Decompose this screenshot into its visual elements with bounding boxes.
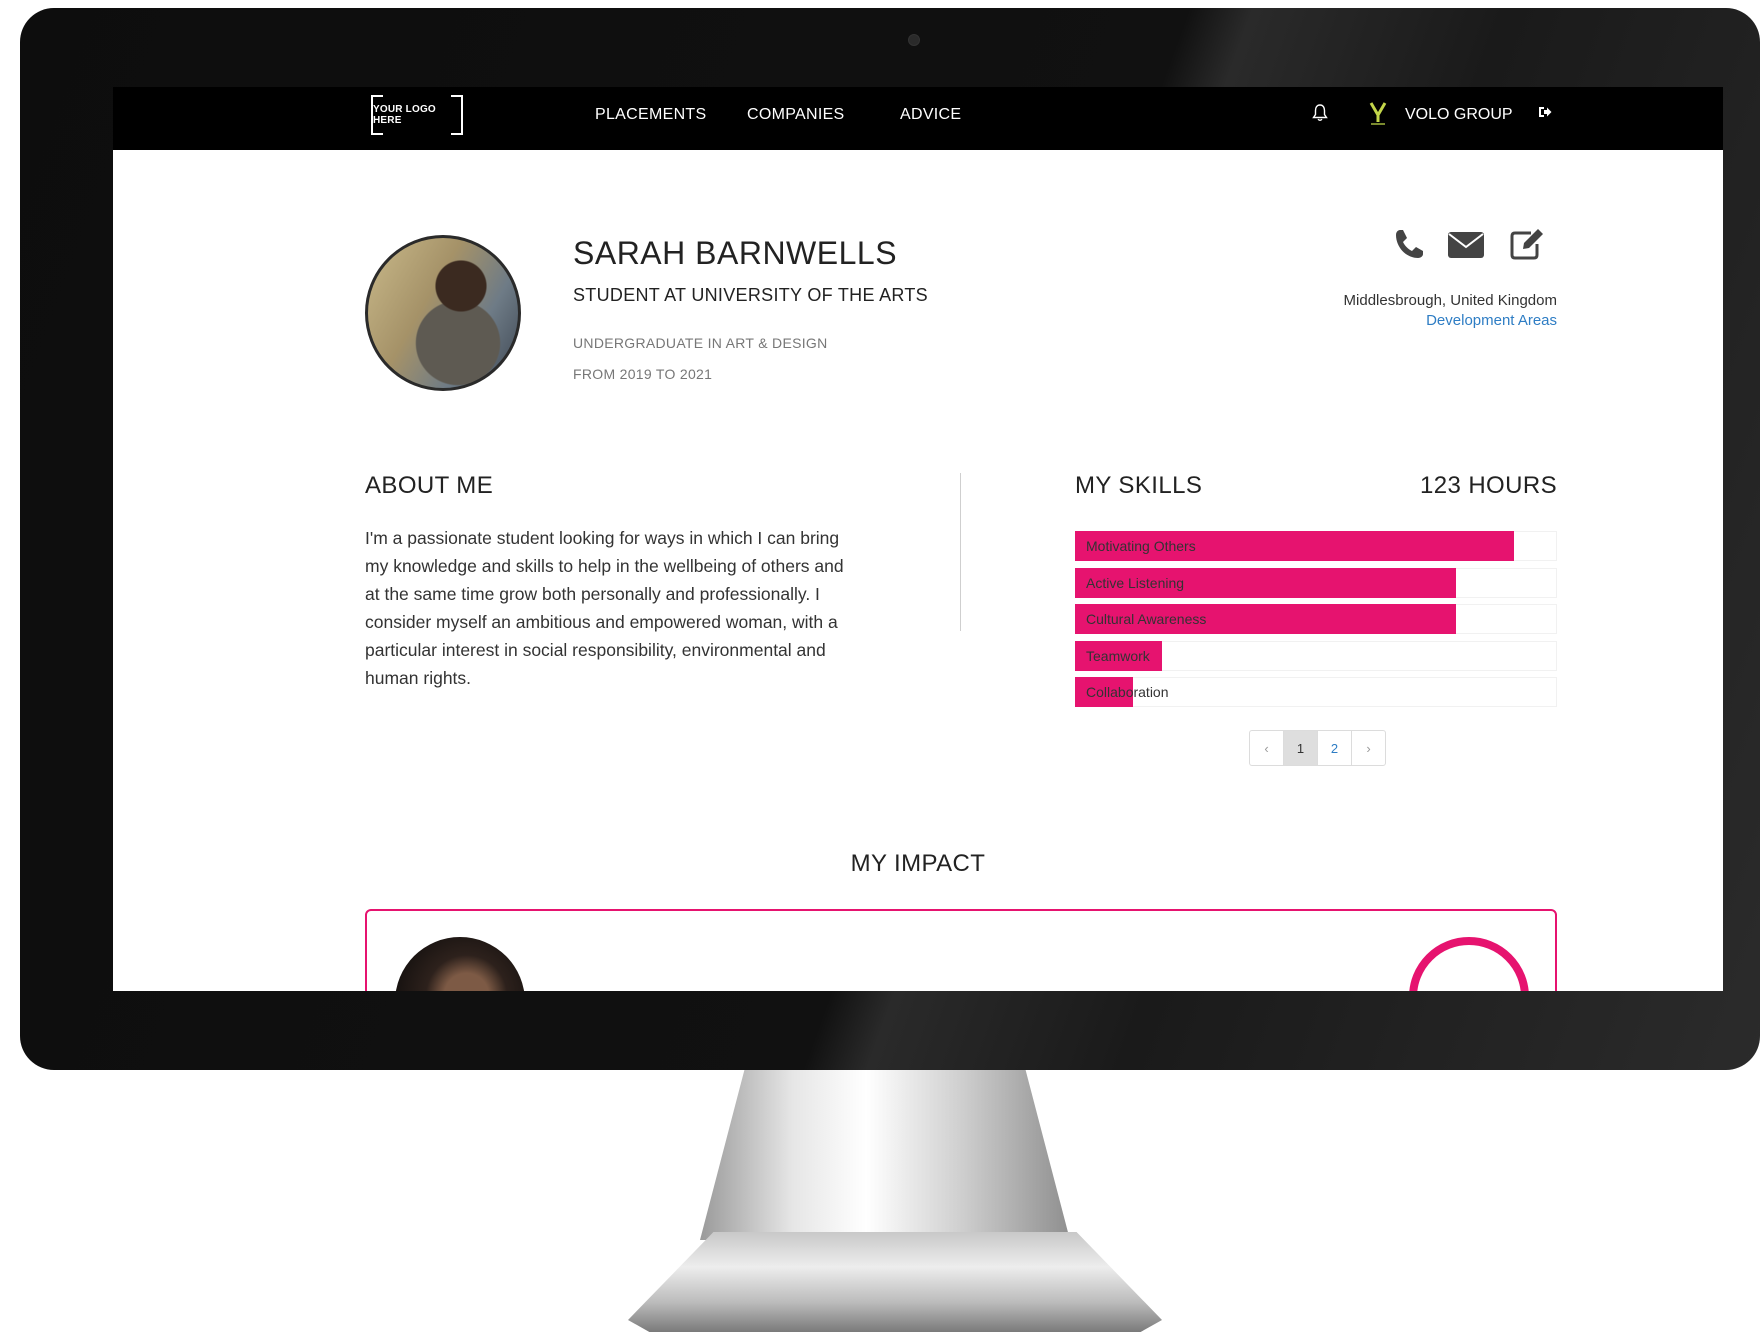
skill-row: Collaboration bbox=[1075, 677, 1557, 707]
development-areas-link[interactable]: Development Areas bbox=[1426, 312, 1557, 329]
edit-icon[interactable] bbox=[1509, 227, 1545, 266]
skill-label: Cultural Awareness bbox=[1086, 611, 1207, 627]
monitor-stand-base bbox=[628, 1232, 1162, 1332]
profile-avatar bbox=[365, 235, 521, 391]
profile-role: STUDENT AT UNIVERSITY OF THE ARTS bbox=[573, 285, 928, 305]
skill-label: Active Listening bbox=[1086, 574, 1185, 591]
top-navigation: YOUR LOGO HERE PLACEMENTS COMPANIES ADVI… bbox=[113, 87, 1723, 150]
skill-row: Active Listening bbox=[1075, 567, 1557, 598]
org-logo-icon bbox=[1369, 101, 1387, 125]
app-screen: YOUR LOGO HERE PLACEMENTS COMPANIES ADVI… bbox=[113, 87, 1723, 991]
about-text: I'm a passionate student looking for way… bbox=[365, 528, 844, 688]
pager-next-button[interactable]: › bbox=[1352, 731, 1385, 765]
nav-link-companies[interactable]: COMPANIES bbox=[747, 106, 845, 124]
monitor-stand-neck bbox=[700, 1070, 1070, 1240]
impact-card[interactable] bbox=[365, 909, 1557, 991]
profile-location: Middlesbrough, United Kingdom bbox=[1343, 292, 1557, 309]
logout-icon[interactable] bbox=[1537, 104, 1553, 125]
about-title: ABOUT ME bbox=[365, 472, 494, 499]
contact-actions bbox=[1393, 227, 1557, 267]
profile-degree: UNDERGRADUATE IN ART & DESIGN bbox=[573, 335, 828, 351]
skill-row: Teamwork bbox=[1075, 640, 1557, 671]
phone-icon[interactable] bbox=[1393, 227, 1425, 266]
bell-icon[interactable] bbox=[1312, 104, 1328, 127]
email-icon[interactable] bbox=[1447, 231, 1485, 264]
profile-period: FROM 2019 TO 2021 bbox=[573, 366, 713, 382]
skill-label: Teamwork bbox=[1086, 647, 1150, 664]
skills-pagination: ‹ 1 2 › bbox=[1249, 730, 1386, 766]
skill-label: Collaboration bbox=[1086, 684, 1169, 700]
org-name[interactable]: VOLO GROUP bbox=[1405, 106, 1513, 124]
webcam bbox=[908, 34, 920, 46]
monitor-frame: YOUR LOGO HERE PLACEMENTS COMPANIES ADVI… bbox=[20, 8, 1760, 1070]
skills-title: MY SKILLS bbox=[1075, 472, 1203, 499]
pager-page-2[interactable]: 2 bbox=[1318, 731, 1352, 765]
skill-row: Cultural Awareness bbox=[1075, 604, 1557, 634]
nav-link-advice[interactable]: ADVICE bbox=[900, 106, 961, 124]
profile-name: SARAH BARNWELLS bbox=[573, 235, 898, 271]
pager-prev-button[interactable]: ‹ bbox=[1250, 731, 1284, 765]
skill-row: Motivating Others bbox=[1075, 531, 1557, 561]
pager-page-1[interactable]: 1 bbox=[1284, 731, 1318, 765]
skill-label: Motivating Others bbox=[1086, 538, 1196, 554]
section-divider bbox=[960, 473, 961, 631]
impact-progress-ring bbox=[1409, 937, 1529, 991]
skills-list: Motivating Others Active Listening Cultu… bbox=[1075, 531, 1557, 714]
nav-link-placements[interactable]: PLACEMENTS bbox=[595, 106, 706, 124]
impact-title: MY IMPACT bbox=[850, 850, 986, 877]
skills-hours: 123 HOURS bbox=[1420, 472, 1557, 499]
impact-avatar bbox=[395, 937, 525, 991]
logo-placeholder[interactable]: YOUR LOGO HERE bbox=[371, 95, 463, 135]
